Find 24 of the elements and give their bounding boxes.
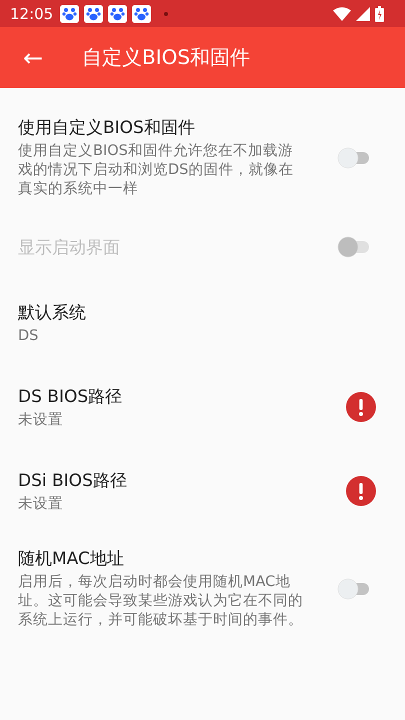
setting-title: 默认系统 — [18, 302, 87, 324]
signal-icon — [356, 6, 370, 20]
paw-icon — [132, 4, 152, 22]
paw-icon — [84, 4, 104, 22]
setting-summary: DS — [18, 326, 40, 346]
wifi-icon — [333, 6, 351, 20]
setting-summary: 未设置 — [18, 494, 64, 514]
error-icon — [346, 476, 376, 506]
back-button[interactable]: ← — [20, 44, 46, 72]
paw-icon — [60, 4, 80, 22]
setting-title: 使用自定义BIOS和固件 — [18, 117, 196, 139]
setting-summary: 启用后，每次启动时都会使用随机MAC地址。这可能会导致某些游戏认为它在不同的系统上运行，并可能破坏基于时间的事件。 — [18, 573, 304, 630]
setting-title: 随机MAC地址 — [18, 548, 125, 570]
error-icon — [346, 392, 376, 422]
setting-title: DS BIOS路径 — [18, 386, 124, 408]
notification-dot-icon — [164, 12, 168, 16]
paw-icon — [108, 4, 128, 22]
app-bar-title: 自定义BIOS和固件 — [82, 44, 250, 71]
battery-icon — [375, 6, 384, 22]
setting-summary: 使用自定义BIOS和固件允许您在不加载游戏的情况下启动和浏览DS的固件，就像在真实的系统中一样 — [18, 142, 294, 199]
setting-title: DSi BIOS路径 — [18, 470, 128, 492]
setting-title: 显示启动界面 — [18, 236, 121, 258]
setting-summary: 未设置 — [18, 410, 64, 430]
status-time: 12:05 — [10, 4, 54, 22]
